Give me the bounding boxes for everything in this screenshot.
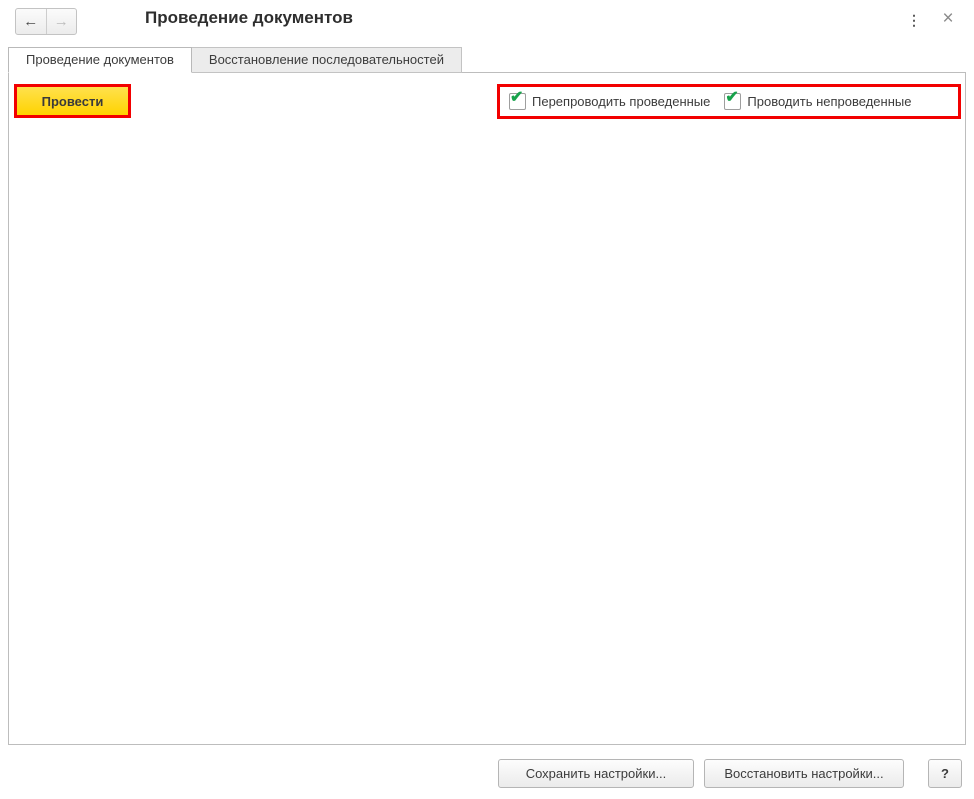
post-button[interactable]: Провести xyxy=(17,87,128,115)
back-arrow-icon[interactable]: ← xyxy=(16,9,46,34)
restore-settings-button[interactable]: Восстановить настройки... xyxy=(704,759,904,788)
tab-0[interactable]: Проведение документов xyxy=(8,47,192,73)
annotation-box-post-button: Провести xyxy=(14,84,131,118)
annotation-box-checkboxes: Перепроводить проведенные Проводить непро… xyxy=(497,84,961,119)
tab-bar: Проведение документовВосстановление посл… xyxy=(8,47,462,73)
toolbar-checkbox-label-0[interactable]: Перепроводить проведенные xyxy=(532,94,710,109)
toolbar-checkbox-0[interactable] xyxy=(509,93,526,110)
more-menu-icon[interactable]: ⋮ xyxy=(903,7,925,33)
page-title: Проведение документов xyxy=(145,8,353,28)
close-icon[interactable]: × xyxy=(936,6,960,32)
save-settings-button[interactable]: Сохранить настройки... xyxy=(498,759,694,788)
tab-1[interactable]: Восстановление последовательностей xyxy=(191,47,462,73)
tab-content-panel xyxy=(8,72,966,745)
toolbar-checkbox-1[interactable] xyxy=(724,93,741,110)
forward-arrow-icon[interactable]: → xyxy=(46,9,77,34)
toolbar-checkbox-label-1[interactable]: Проводить непроведенные xyxy=(747,94,911,109)
history-nav-group: ← → xyxy=(15,8,77,35)
help-button[interactable]: ? xyxy=(928,759,962,788)
